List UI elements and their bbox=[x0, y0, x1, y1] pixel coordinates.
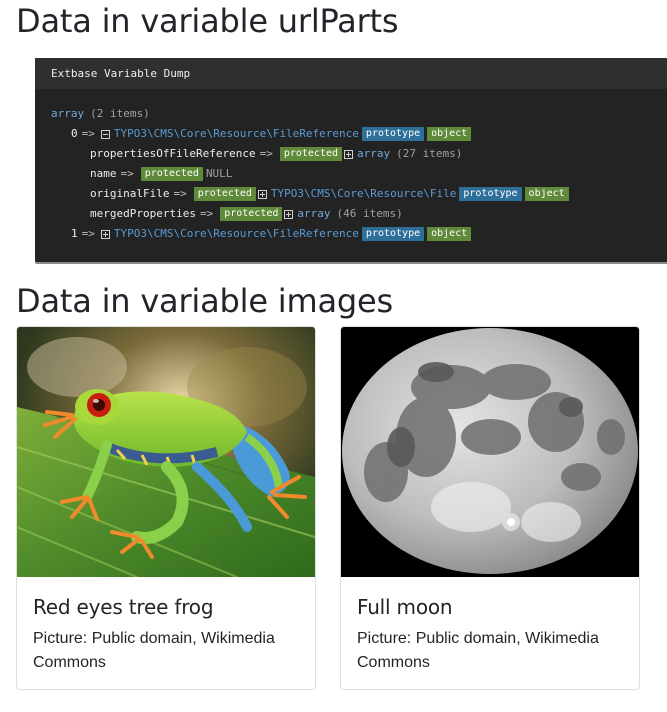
dump-item-1-row: 1 => TYPO3\CMS\Core\Resource\FileReferen… bbox=[71, 226, 472, 242]
dump-root-row: array (2 items) bbox=[51, 106, 150, 122]
card-title: Red eyes tree frog bbox=[33, 595, 214, 619]
prop-count: (27 items) bbox=[396, 147, 463, 160]
protected-tag: protected bbox=[140, 167, 203, 181]
item-1-class: TYPO3\CMS\Core\Resource\FileReference bbox=[113, 227, 359, 240]
card-caption: Picture: Public domain, Wikimedia Common… bbox=[357, 630, 599, 671]
arrow: => bbox=[81, 227, 95, 240]
arrow: => bbox=[259, 147, 273, 160]
card-title: Full moon bbox=[357, 595, 453, 619]
moon-image bbox=[341, 327, 639, 577]
prop-name: mergedProperties bbox=[90, 207, 196, 220]
protected-tag: protected bbox=[279, 147, 343, 161]
frog-image bbox=[17, 327, 315, 577]
object-tag: object bbox=[427, 127, 472, 141]
dump-prop-row: mergedProperties => protected array (46 … bbox=[90, 206, 403, 222]
expand-toggle-icon[interactable] bbox=[257, 189, 267, 199]
dump-prop-row: originalFile => protected TYPO3\CMS\Core… bbox=[90, 186, 569, 202]
section-heading-urlparts: Data in variable urlParts bbox=[16, 2, 399, 40]
root-count: (2 items) bbox=[90, 107, 150, 120]
root-type: array bbox=[51, 107, 85, 120]
prop-type: array bbox=[297, 207, 331, 220]
prototype-tag: prototype bbox=[361, 127, 425, 141]
prop-name: propertiesOfFileReference bbox=[90, 147, 256, 160]
image-card-frog: Red eyes tree frog Picture: Public domai… bbox=[16, 326, 316, 690]
prop-name: originalFile bbox=[90, 187, 170, 200]
expand-toggle-icon[interactable] bbox=[284, 209, 294, 219]
card-caption: Picture: Public domain, Wikimedia Common… bbox=[33, 630, 275, 671]
arrow: => bbox=[81, 127, 95, 140]
object-tag: object bbox=[427, 227, 472, 241]
expand-toggle-icon[interactable] bbox=[344, 149, 354, 159]
expand-toggle-icon[interactable] bbox=[100, 229, 110, 239]
item-0-class: TYPO3\CMS\Core\Resource\FileReference bbox=[113, 127, 359, 140]
protected-tag: protected bbox=[220, 207, 283, 221]
prop-name: name bbox=[90, 167, 117, 180]
prop-count: (46 items) bbox=[336, 207, 403, 220]
section-heading-images: Data in variable images bbox=[16, 282, 393, 320]
dump-item-0-row: 0 => TYPO3\CMS\Core\Resource\FileReferen… bbox=[71, 126, 472, 142]
prop-type: array bbox=[357, 147, 391, 160]
collapse-toggle-icon[interactable] bbox=[100, 129, 110, 139]
prototype-tag: prototype bbox=[459, 187, 522, 201]
object-tag: object bbox=[524, 187, 569, 201]
prototype-tag: prototype bbox=[361, 227, 425, 241]
dump-prop-row: propertiesOfFileReference => protected a… bbox=[90, 146, 462, 162]
arrow: => bbox=[120, 167, 134, 180]
variable-dump-panel: Extbase Variable Dump array (2 items) 0 … bbox=[35, 58, 667, 262]
protected-tag: protected bbox=[193, 187, 256, 201]
dump-title: Extbase Variable Dump bbox=[35, 58, 667, 89]
arrow: => bbox=[199, 207, 214, 220]
dump-prop-row: name => protected NULL bbox=[90, 166, 232, 182]
item-0-index: 0 bbox=[71, 127, 78, 140]
image-card-moon: Full moon Picture: Public domain, Wikime… bbox=[340, 326, 640, 690]
prop-value: NULL bbox=[205, 167, 233, 180]
prop-class: TYPO3\CMS\Core\Resource\File bbox=[270, 187, 457, 200]
arrow: => bbox=[173, 187, 187, 200]
item-1-index: 1 bbox=[71, 227, 78, 240]
